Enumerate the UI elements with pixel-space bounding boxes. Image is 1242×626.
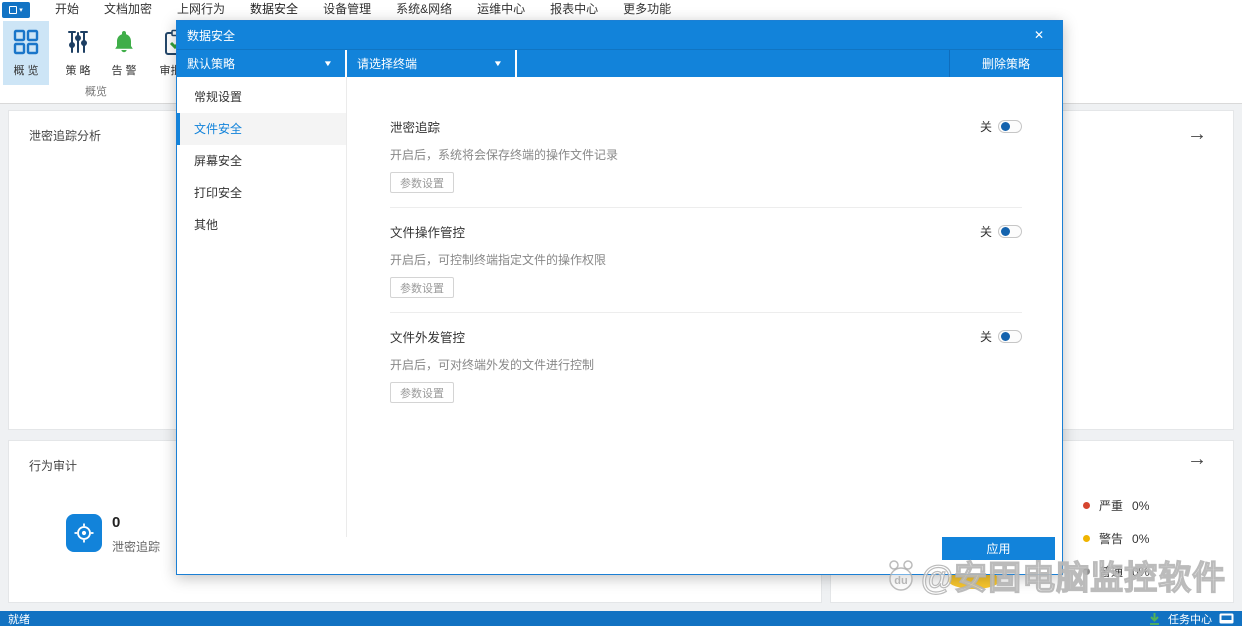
section-description: 开启后，可对终端外发的文件进行控制 <box>390 358 595 372</box>
delete-policy-label: 删除策略 <box>981 57 1030 71</box>
section-divider <box>390 312 1022 313</box>
dialog-title: 数据安全 <box>187 28 236 43</box>
taskbar-monitor-icon[interactable] <box>1219 613 1234 624</box>
legend-label: 严重 <box>1099 499 1124 513</box>
toggle-state-label: 关 <box>979 330 992 344</box>
toggle-group: 关 <box>980 223 1022 240</box>
sidebar-item-screen-security[interactable]: 屏幕安全 <box>177 145 346 177</box>
alert-bell-icon <box>111 27 137 57</box>
task-center-button[interactable]: 任务中心 <box>1168 611 1212 626</box>
parameter-settings-button[interactable]: 参数设置 <box>390 172 454 193</box>
legend-value: 0% <box>1132 564 1150 579</box>
ribbon-group-label: 概览 <box>85 86 107 98</box>
stat-value: 0 <box>112 514 121 531</box>
ribbon-alert-button[interactable]: 告 警 <box>101 21 147 85</box>
leak-trace-toggle[interactable] <box>998 120 1022 133</box>
legend-label: 警告 <box>1099 532 1124 546</box>
parameter-settings-button[interactable]: 参数设置 <box>390 277 454 298</box>
legend-item-warning: 警告 0% <box>1083 530 1149 547</box>
sidebar-item-other[interactable]: 其他 <box>177 209 346 241</box>
normal-dot-icon <box>1083 568 1090 575</box>
toggle-state-label: 关 <box>979 120 992 134</box>
status-bar: 就绪 任务中心 <box>0 611 1242 626</box>
legend-value: 0% <box>1132 531 1150 546</box>
legend-value: 0% <box>1132 498 1150 513</box>
status-ready-label: 就绪 <box>8 613 30 626</box>
dialog-content: 泄密追踪 关 开启后，系统将会保存终端的操作文件记录 参数设置 文件操作管控 关… <box>347 77 1062 537</box>
dialog-title-bar: 数据安全 ✕ <box>177 21 1062 49</box>
section-title: 文件外发管控 <box>390 331 466 345</box>
warning-dot-icon <box>1083 535 1090 542</box>
caret-down-icon: ▼ <box>322 59 334 68</box>
app-menu-button[interactable]: ▾ <box>2 2 30 18</box>
severe-dot-icon <box>1083 502 1090 509</box>
toggle-knob <box>1001 332 1010 341</box>
toggle-group: 关 <box>980 118 1022 135</box>
ribbon-overview-button[interactable]: 概 览 <box>3 21 49 85</box>
file-operation-toggle[interactable] <box>998 225 1022 238</box>
legend-label: 普通 <box>1099 565 1124 579</box>
policy-dropdown[interactable]: 默认策略 ▼ <box>177 50 347 77</box>
toggle-knob <box>1001 122 1010 131</box>
chevron-down-icon: ▾ <box>19 6 23 14</box>
caret-down-icon: ▼ <box>492 59 504 68</box>
parameter-settings-button[interactable]: 参数设置 <box>390 382 454 403</box>
stat-text: 0 泄密追踪 <box>112 514 160 555</box>
section-file-outgoing-control: 文件外发管控 关 开启后，可对终端外发的文件进行控制 参数设置 <box>390 327 1022 403</box>
dialog-footer: 应用 <box>177 537 1062 574</box>
legend-item-normal: 普通 0% <box>1083 563 1149 580</box>
ribbon-button-label: 策 略 <box>65 65 91 77</box>
section-title: 泄密追踪 <box>390 121 441 135</box>
download-icon <box>1150 613 1159 625</box>
ribbon-policy-button[interactable]: 策 略 <box>55 21 101 85</box>
dialog-toolbar: 默认策略 ▼ 请选择终端 ▼ 删除策略 <box>177 49 1062 77</box>
legend-item-severe: 严重 0% <box>1083 497 1149 514</box>
stat-label: 泄密追踪 <box>112 540 161 554</box>
dialog-sidebar: 常规设置 文件安全 屏幕安全 打印安全 其他 <box>177 77 347 537</box>
section-title: 文件操作管控 <box>390 226 466 240</box>
sidebar-item-file-security[interactable]: 文件安全 <box>177 113 346 145</box>
panel-title: 泄密追踪分析 <box>29 129 102 143</box>
arrow-right-icon[interactable]: → <box>1187 124 1207 144</box>
dialog-body: 常规设置 文件安全 屏幕安全 打印安全 其他 泄密追踪 关 开启后，系统将会保存… <box>177 77 1062 537</box>
policy-dropdown-value: 默认策略 <box>187 57 236 71</box>
delete-policy-button[interactable]: 删除策略 <box>949 50 1062 77</box>
apply-button[interactable]: 应用 <box>942 537 1055 560</box>
terminal-dropdown[interactable]: 请选择终端 ▼ <box>347 50 517 77</box>
section-description: 开启后，可控制终端指定文件的操作权限 <box>390 253 607 267</box>
status-right: 任务中心 <box>1148 611 1234 626</box>
sidebar-item-general-settings[interactable]: 常规设置 <box>177 81 346 113</box>
close-icon[interactable]: ✕ <box>1034 28 1044 42</box>
window-icon <box>9 6 18 14</box>
ribbon-button-label: 概 览 <box>13 65 39 77</box>
toggle-state-label: 关 <box>979 225 992 239</box>
arrow-right-icon[interactable]: → <box>1187 449 1207 469</box>
toggle-group: 关 <box>980 328 1022 345</box>
panel-title: 行为审计 <box>29 459 78 473</box>
policy-sliders-icon <box>65 27 91 57</box>
section-file-operation-control: 文件操作管控 关 开启后，可控制终端指定文件的操作权限 参数设置 <box>390 222 1022 298</box>
app-window: ▾ 开始 文档加密 上网行为 数据安全 设备管理 系统&网络 运维中心 报表中心… <box>0 0 1242 626</box>
section-leak-trace: 泄密追踪 关 开启后，系统将会保存终端的操作文件记录 参数设置 <box>390 117 1022 193</box>
menu-bar: ▾ 开始 文档加密 上网行为 数据安全 设备管理 系统&网络 运维中心 报表中心… <box>0 0 1242 22</box>
overview-grid-icon <box>13 27 39 57</box>
toggle-knob <box>1001 227 1010 236</box>
leak-trace-target-icon <box>66 514 102 552</box>
section-description: 开启后，系统将会保存终端的操作文件记录 <box>390 148 619 162</box>
data-security-dialog: 数据安全 ✕ 默认策略 ▼ 请选择终端 ▼ 删除策略 常规设置 文件安全 屏幕安… <box>176 20 1063 575</box>
leak-trace-stat: 0 泄密追踪 <box>66 514 160 555</box>
file-outgoing-toggle[interactable] <box>998 330 1022 343</box>
ribbon-button-label: 告 警 <box>111 65 137 77</box>
terminal-dropdown-placeholder: 请选择终端 <box>357 57 418 71</box>
sidebar-item-print-security[interactable]: 打印安全 <box>177 177 346 209</box>
section-divider <box>390 207 1022 208</box>
